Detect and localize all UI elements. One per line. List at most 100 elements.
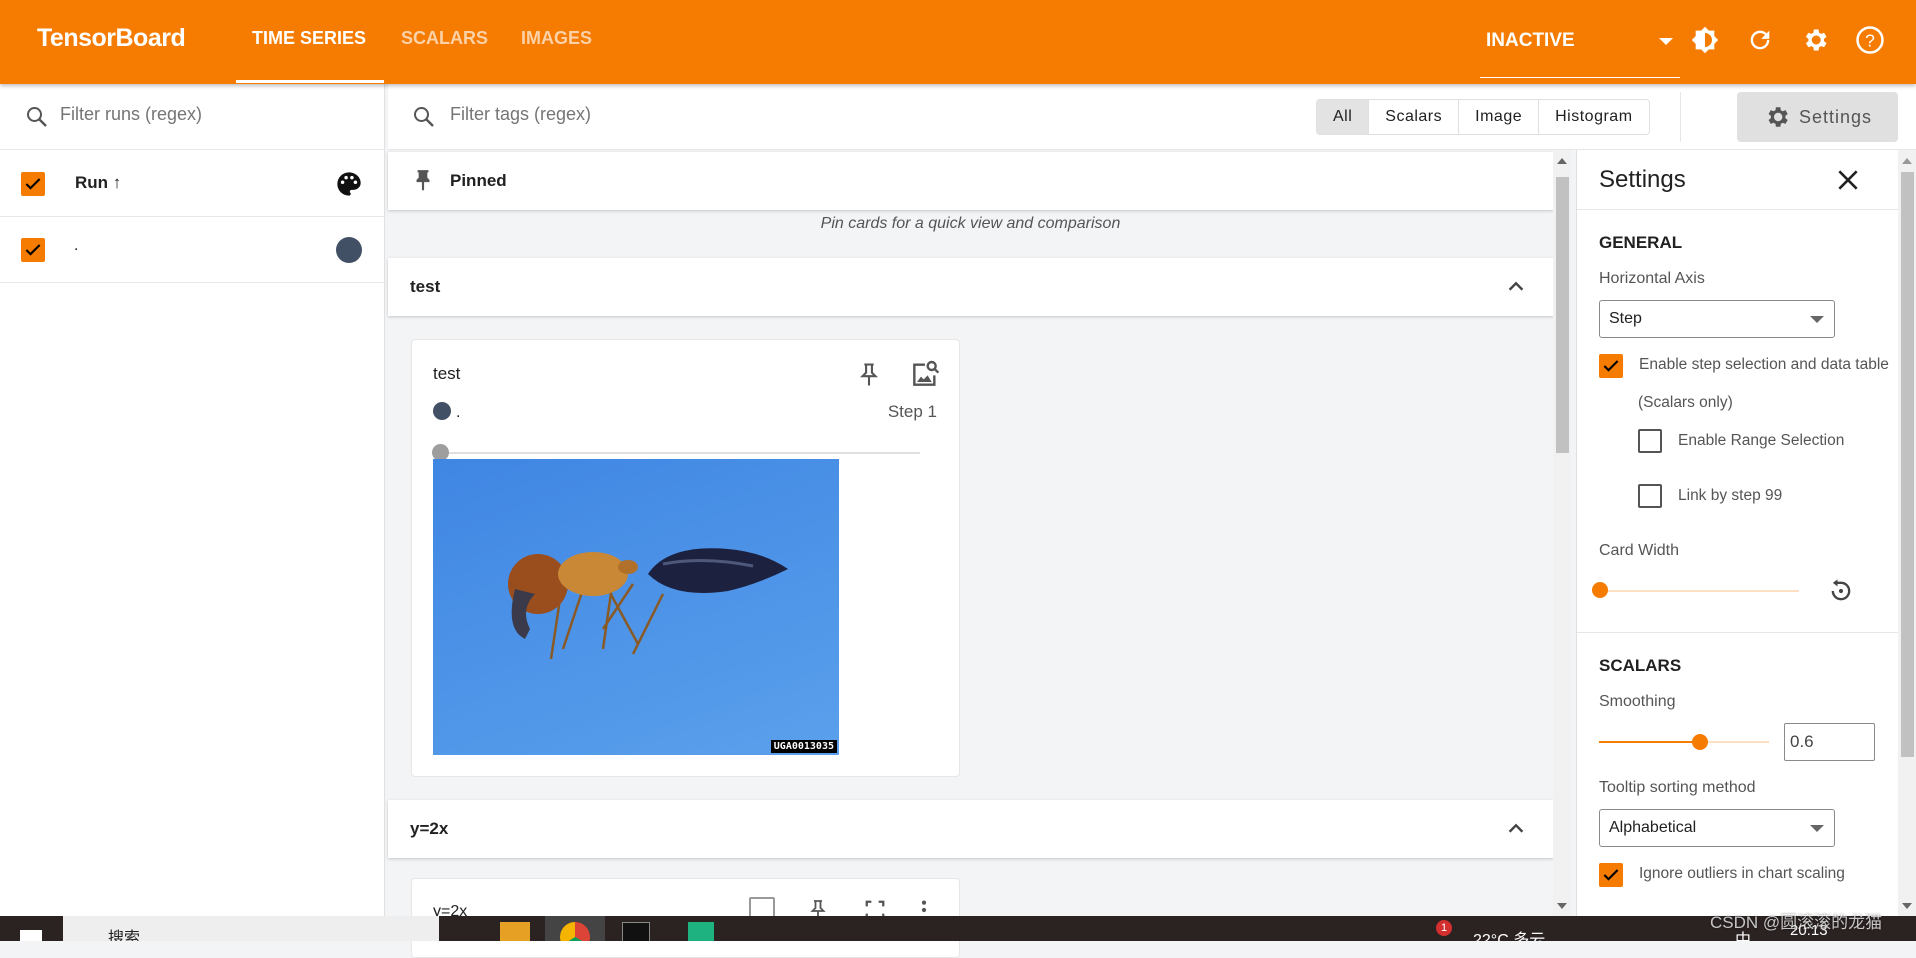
pycharm-icon[interactable]	[688, 922, 714, 941]
reload-icon[interactable]	[1744, 24, 1776, 56]
chevron-up-icon[interactable]	[1505, 276, 1527, 298]
search-icon	[414, 107, 434, 127]
general-heading: GENERAL	[1599, 233, 1683, 252]
group-header-y2x[interactable]: y=2x	[388, 800, 1553, 858]
settings-panel: Settings GENERAL Horizontal Axis Step En…	[1576, 150, 1899, 916]
windows-start-icon[interactable]	[20, 930, 42, 941]
card-width-label: Card Width	[1599, 542, 1680, 559]
palette-icon[interactable]	[335, 170, 363, 198]
weather-text[interactable]: 22°C 多云	[1473, 926, 1545, 941]
chrome-taskbar-item[interactable]	[545, 916, 605, 941]
type-scalars-button[interactable]: Scalars	[1369, 100, 1460, 134]
step-label: Step 1	[887, 402, 937, 421]
scroll-up-icon[interactable]	[1902, 158, 1912, 164]
file-explorer-icon[interactable]	[500, 922, 530, 941]
tooltip-sort-select[interactable]: Alphabetical	[1599, 809, 1835, 847]
settings-scrollbar[interactable]	[1898, 150, 1916, 916]
scrollbar-thumb[interactable]	[1556, 177, 1569, 453]
tab-images[interactable]: IMAGES	[521, 28, 592, 49]
taskbar-search[interactable]: 搜索	[63, 916, 439, 941]
filter-runs-input[interactable]	[60, 104, 360, 125]
settings-button-label: Settings	[1798, 106, 1873, 127]
scroll-down-icon[interactable]	[1557, 903, 1567, 909]
smoothing-label: Smoothing	[1599, 693, 1676, 710]
theme-toggle-icon[interactable]	[1689, 24, 1721, 56]
run-checkbox[interactable]	[21, 238, 45, 262]
close-icon[interactable]	[1835, 167, 1861, 193]
link-by-step-checkbox[interactable]	[1638, 484, 1662, 508]
settings-gear-icon[interactable]	[1799, 24, 1831, 56]
runs-sidebar: Run ↑ .	[0, 84, 385, 916]
card-width-thumb[interactable]	[1592, 582, 1608, 598]
smoothing-slider[interactable]	[1599, 741, 1769, 743]
scroll-down-icon[interactable]	[1902, 903, 1912, 909]
run-column-header[interactable]: Run ↑	[75, 173, 121, 193]
filter-tags-input[interactable]	[450, 104, 850, 125]
help-icon[interactable]: ?	[1854, 24, 1886, 56]
image-search-icon[interactable]	[909, 358, 941, 390]
top-app-bar: TensorBoard TIME SERIES SCALARS IMAGES I…	[0, 0, 1916, 84]
smoothing-thumb[interactable]	[1692, 734, 1708, 750]
card-run-name: .	[456, 404, 461, 421]
select-underline	[1480, 77, 1680, 78]
smoothing-input[interactable]: 0.6	[1784, 723, 1875, 761]
ant-image	[508, 548, 788, 660]
run-color-dot	[433, 402, 451, 420]
scalars-only-note: (Scalars only)	[1638, 394, 1733, 411]
image-watermark: UGA0013035	[770, 740, 837, 753]
card-width-slider[interactable]	[1599, 590, 1799, 592]
settings-button[interactable]: Settings	[1737, 92, 1898, 142]
run-color-swatch[interactable]	[336, 237, 362, 263]
pinned-title: Pinned	[450, 171, 507, 190]
chrome-icon	[560, 922, 590, 941]
active-tab-indicator	[236, 80, 384, 83]
main-scrollbar[interactable]	[1553, 150, 1571, 916]
image-card: test . Step 1 UGA0013035	[411, 339, 960, 777]
type-image-button[interactable]: Image	[1459, 100, 1540, 134]
horizontal-axis-select[interactable]: Step	[1599, 300, 1835, 338]
ignore-outliers-checkbox[interactable]	[1599, 863, 1623, 887]
select-all-checkbox[interactable]	[21, 172, 45, 196]
dropdown-arrow-icon	[1810, 315, 1824, 323]
type-histogram-button[interactable]: Histogram	[1539, 100, 1648, 134]
ignore-outliers-label: Ignore outliers in chart scaling	[1639, 865, 1845, 882]
range-selection-label: Enable Range Selection	[1678, 432, 1845, 449]
tooltip-sort-label: Tooltip sorting method	[1599, 779, 1756, 796]
scalars-heading: SCALARS	[1599, 656, 1682, 675]
range-selection-checkbox[interactable]	[1638, 429, 1662, 453]
chevron-up-icon[interactable]	[1505, 818, 1527, 840]
dropdown-arrow-icon[interactable]	[1659, 38, 1673, 45]
group-header-test[interactable]: test	[388, 258, 1553, 316]
taskbar-search-text: 搜索	[108, 930, 141, 941]
scroll-up-icon[interactable]	[1557, 158, 1567, 164]
divider	[1680, 92, 1681, 142]
group-title: test	[410, 277, 441, 296]
pinned-empty-text: Pin cards for a quick view and compariso…	[820, 215, 1121, 232]
settings-title: Settings	[1599, 166, 1686, 193]
horizontal-axis-label: Horizontal Axis	[1599, 270, 1705, 287]
type-all-button[interactable]: All	[1317, 100, 1370, 134]
reset-icon[interactable]	[1827, 577, 1855, 605]
summary-image[interactable]: UGA0013035	[433, 459, 839, 755]
link-by-step-label: Link by step 99	[1678, 487, 1783, 504]
runs-table-header: Run ↑	[0, 150, 385, 217]
scrollbar-thumb[interactable]	[1901, 172, 1914, 757]
group-title: y=2x	[410, 819, 449, 838]
runs-filter	[0, 84, 385, 150]
step-slider[interactable]	[437, 452, 920, 454]
divider	[1577, 209, 1899, 210]
tooltip-sort-value: Alphabetical	[1609, 819, 1697, 836]
run-row[interactable]: .	[0, 217, 385, 283]
main-toolbar	[388, 84, 1916, 150]
terminal-icon[interactable]	[622, 922, 650, 941]
tab-scalars[interactable]: SCALARS	[401, 28, 488, 49]
step-selection-checkbox[interactable]	[1599, 354, 1623, 378]
csdn-watermark: CSDN @圆滚滚的龙猫	[1710, 913, 1883, 932]
pin-icon[interactable]	[855, 360, 883, 390]
plugin-select[interactable]: INACTIVE	[1486, 30, 1575, 52]
pin-icon	[416, 170, 430, 191]
smoothing-fill	[1599, 741, 1701, 743]
pinned-section-header: Pinned	[388, 152, 1553, 210]
tab-time-series[interactable]: TIME SERIES	[252, 28, 366, 49]
divider	[1577, 632, 1899, 633]
